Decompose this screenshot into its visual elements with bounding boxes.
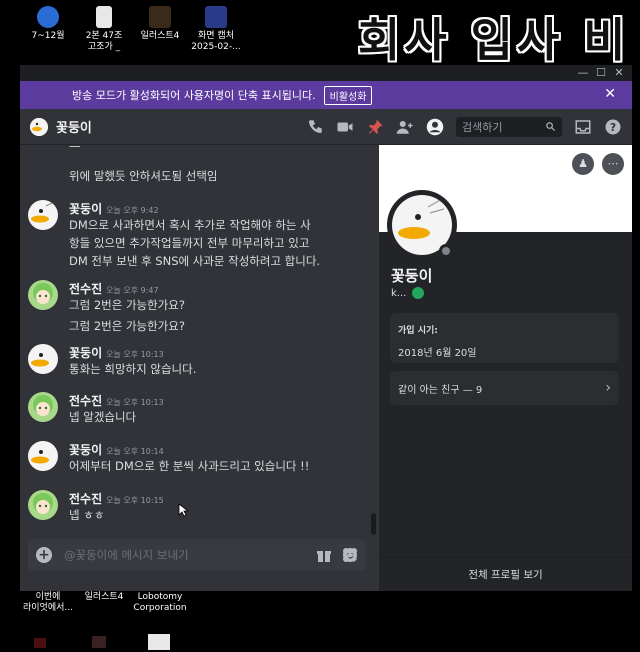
anime-avatar-icon	[33, 493, 53, 514]
avatar[interactable]	[28, 200, 58, 230]
message-timestamp: 오늘 오후 10:13	[106, 398, 164, 407]
banner-close-icon[interactable]: ✕	[604, 86, 616, 102]
message-text: 어제부터 DM으로 한 분씩 사과드리고 있습니다 !!	[69, 459, 310, 473]
chevron-right-icon: ›	[605, 380, 611, 396]
view-full-profile-button[interactable]: 전체 프로필 보기	[379, 557, 632, 591]
window-titlebar: — ☐ ✕	[20, 65, 632, 81]
disable-streamer-mode-button[interactable]: 비활성화	[323, 85, 373, 105]
message-text: 위에 말했듯 안하셔도됨 선택임	[69, 169, 218, 183]
message-text: 그럼 2번은 가능한가요?	[69, 319, 185, 333]
message-composer[interactable]: + @꽃둥이에 메시지 보내기	[28, 539, 366, 571]
avatar[interactable]	[30, 117, 48, 136]
profile-name: 꽃둥이	[391, 267, 433, 285]
stream-overlay-title: 회사 입사 비	[358, 13, 630, 67]
search-input[interactable]: 검색하기	[456, 116, 562, 137]
message-text: 통화는 희망하지 않습니다.	[69, 362, 197, 376]
message-text: 항들 있으면 추가작업들까지 전부 마무리하고 있고	[69, 236, 310, 250]
discord-window: — ☐ ✕ 방송 모드가 활성화되어 사용자명이 단축 표시됩니다. 비활성화 …	[20, 65, 632, 591]
help-icon[interactable]: ?	[604, 118, 622, 136]
message-author[interactable]: 전수진	[69, 492, 102, 506]
dm-recipient-name: 꽃둥이	[56, 121, 92, 136]
search-icon	[546, 122, 556, 132]
message-text: DM 전부 보낸 후 SNS에 사과문 작성하려고 합니다.	[69, 254, 321, 268]
member-since-label: 가입 시기:	[398, 326, 438, 336]
image-icon	[205, 6, 227, 28]
avatar[interactable]	[28, 441, 58, 471]
message-timestamp: 오늘 오후 10:15	[106, 496, 164, 505]
user-profile-icon[interactable]	[426, 118, 444, 136]
attach-plus-icon[interactable]: +	[36, 547, 52, 563]
anime-avatar-icon	[33, 395, 53, 416]
message-text: DM으로 사과하면서 혹시 추가로 작업해야 하는 사	[69, 218, 311, 232]
duck-avatar-icon	[31, 450, 49, 464]
message-author[interactable]: 꽃둥이	[69, 346, 102, 360]
message-author[interactable]: 전수진	[69, 282, 102, 296]
member-since-value: 2018년 6월 20일	[398, 348, 477, 359]
close-window-button[interactable]: ✕	[610, 66, 628, 79]
message-text: 넵 알겠습니다	[69, 410, 137, 424]
more-options-icon[interactable]: ⋯	[602, 153, 624, 175]
avatar[interactable]	[28, 280, 58, 310]
member-since-card: 가입 시기: 2018년 6월 20일	[390, 313, 619, 363]
duck-avatar-icon	[31, 202, 53, 223]
message-text: 넵 ㅎㅎ	[69, 508, 105, 522]
minimize-button[interactable]: —	[574, 66, 592, 79]
anime-avatar-icon	[33, 283, 53, 304]
add-friend-icon[interactable]	[396, 118, 414, 136]
avatar[interactable]	[28, 392, 58, 422]
offline-status-indicator	[439, 244, 453, 258]
mutual-friends-button[interactable]: 같이 아는 친구 — 9 ›	[390, 371, 619, 405]
message-input[interactable]: @꽃둥이에 메시지 보내기	[64, 547, 189, 563]
partial-message-line: —	[69, 145, 81, 153]
maximize-button[interactable]: ☐	[592, 66, 610, 79]
message-timestamp: 오늘 오후 9:47	[106, 286, 159, 295]
message-text: 그럼 2번은 가능한가요?	[69, 298, 185, 312]
apps-icon[interactable]	[342, 547, 358, 563]
voice-call-icon[interactable]	[306, 118, 324, 136]
message-author[interactable]: 꽃둥이	[69, 443, 102, 457]
document-icon	[96, 6, 112, 28]
desktop-icon-lobotomy[interactable]: Lobotomy Corporation	[124, 592, 196, 614]
message-author[interactable]: 전수진	[69, 394, 102, 408]
avatar[interactable]	[28, 344, 58, 374]
desktop-app-icon[interactable]	[148, 634, 170, 650]
desktop-app-icon[interactable]	[92, 636, 106, 648]
banner-text: 방송 모드가 활성화되어 사용자명이 단축 표시됩니다.	[72, 89, 316, 102]
illustration-icon	[149, 6, 171, 28]
message-timestamp: 오늘 오후 10:13	[106, 350, 164, 359]
duck-avatar-icon	[30, 117, 48, 136]
chat-panel: — 위에 말했듯 안하셔도됨 선택임 꽃둥이 오늘 오후 9:42 DM으로 사과…	[20, 145, 379, 591]
duck-avatar-icon	[31, 353, 49, 367]
scrollbar-thumb[interactable]	[371, 513, 376, 535]
zip-icon	[37, 6, 59, 28]
desktop-icon-screenshot[interactable]: 화면 캡처 2025-02-...	[180, 6, 252, 53]
streamer-mode-banner: 방송 모드가 활성화되어 사용자명이 단축 표시됩니다. 비활성화 ✕	[20, 81, 632, 109]
mouse-cursor-icon	[178, 503, 188, 517]
message-list[interactable]: — 위에 말했듯 안하셔도됨 선택임 꽃둥이 오늘 오후 9:42 DM으로 사과…	[20, 145, 379, 535]
message-author[interactable]: 꽃둥이	[69, 202, 102, 216]
avatar[interactable]	[28, 490, 58, 520]
message-timestamp: 오늘 오후 10:14	[106, 447, 164, 456]
svg-text:?: ?	[610, 121, 616, 133]
pinned-messages-icon[interactable]	[366, 118, 384, 136]
user-profile-panel: ♟ ⋯ 꽃둥이 k... 가입 시기: 2018년 6월 20일 같이 아는 친…	[379, 145, 632, 591]
desktop-app-icon[interactable]	[34, 638, 46, 648]
profile-friend-icon[interactable]: ♟	[572, 153, 594, 175]
message-timestamp: 오늘 오후 9:42	[106, 206, 159, 215]
badge-icon	[412, 287, 425, 299]
dm-header: 꽃둥이 검색하기 ?	[20, 109, 632, 145]
video-call-icon[interactable]	[336, 118, 354, 136]
profile-handle: k...	[391, 287, 425, 299]
gift-icon[interactable]	[316, 547, 332, 563]
inbox-icon[interactable]	[574, 118, 592, 136]
